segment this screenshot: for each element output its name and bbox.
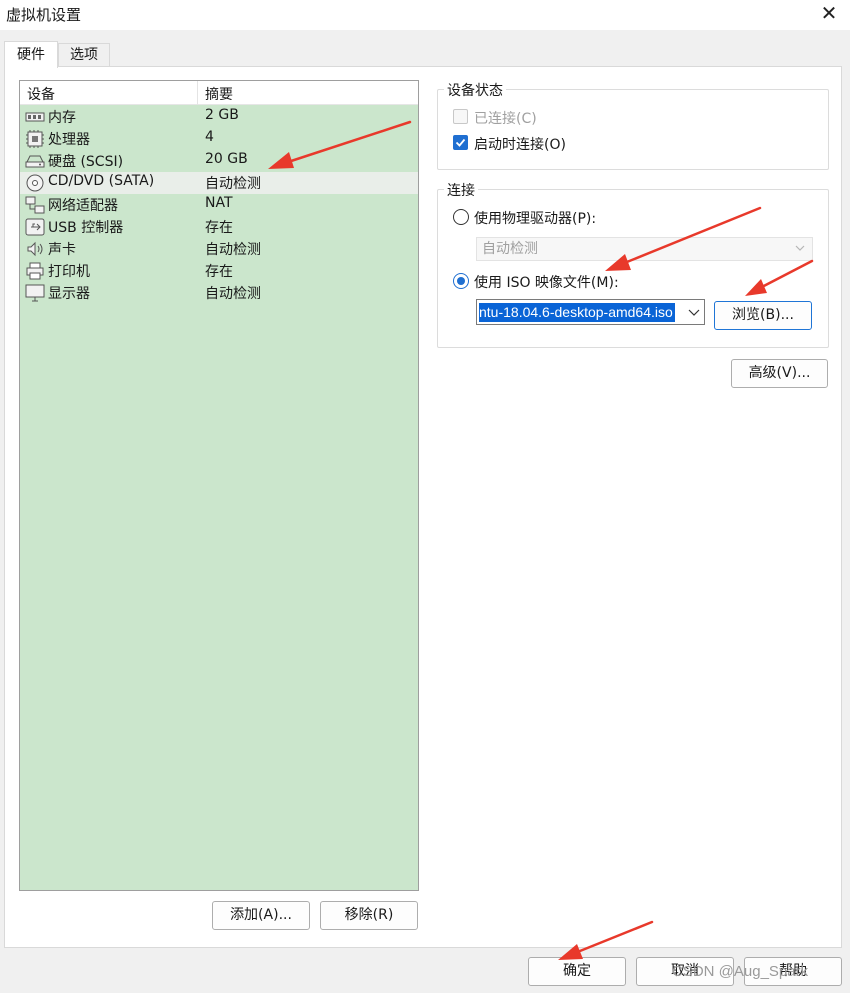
device-summary: 存在 xyxy=(205,264,233,280)
connected-checkbox[interactable] xyxy=(453,109,468,124)
iso-path-combobox[interactable]: ntu-18.04.6-desktop-amd64.iso xyxy=(476,299,705,325)
harddisk-icon xyxy=(25,152,45,170)
title-bar: 虚拟机设置 ✕ xyxy=(0,0,850,30)
device-row-harddisk[interactable]: 硬盘 (SCSI) 20 GB xyxy=(20,150,418,172)
usb-icon xyxy=(25,218,45,236)
device-row-processor[interactable]: 处理器 4 xyxy=(20,128,418,150)
device-name: 硬盘 (SCSI) xyxy=(48,154,124,170)
device-name: 打印机 xyxy=(48,264,90,280)
device-row-sound-card[interactable]: 声卡 自动检测 xyxy=(20,238,418,260)
device-summary: 2 GB xyxy=(205,107,239,123)
printer-icon xyxy=(25,262,45,280)
device-summary: 4 xyxy=(205,129,214,145)
device-name: 内存 xyxy=(48,110,76,126)
device-status-group xyxy=(437,89,829,170)
network-adapter-icon xyxy=(25,196,45,214)
tab-hardware[interactable]: 硬件 xyxy=(4,41,58,68)
device-summary: 自动检测 xyxy=(205,242,261,258)
device-row-network-adapter[interactable]: 网络适配器 NAT xyxy=(20,194,418,216)
device-name: 处理器 xyxy=(48,132,90,148)
device-name: CD/DVD (SATA) xyxy=(48,173,155,189)
connection-title: 连接 xyxy=(444,180,478,200)
device-row-display[interactable]: 显示器 自动检测 xyxy=(20,282,418,304)
device-list[interactable]: 设备 摘要 内存 2 GB 处理器 4 硬盘 (SCSI) 20 GB CD/D… xyxy=(19,80,419,891)
iso-path-value[interactable]: ntu-18.04.6-desktop-amd64.iso xyxy=(479,303,675,322)
browse-button[interactable]: 浏览(B)... xyxy=(714,301,812,330)
column-header-device[interactable]: 设备 xyxy=(27,84,55,104)
physical-drive-dropdown: 自动检测 xyxy=(476,237,813,261)
iso-image-radio[interactable] xyxy=(453,273,469,289)
window-title: 虚拟机设置 xyxy=(6,6,82,24)
device-summary: 自动检测 xyxy=(205,286,261,302)
physical-drive-dropdown-value: 自动检测 xyxy=(482,241,538,257)
watermark: CSDN @Aug_Spark xyxy=(672,963,809,980)
column-divider[interactable] xyxy=(197,81,198,105)
close-icon[interactable]: ✕ xyxy=(816,2,842,26)
device-summary: 存在 xyxy=(205,220,233,236)
connect-at-power-on-checkbox[interactable] xyxy=(453,135,468,150)
memory-icon xyxy=(25,108,45,126)
device-row-usb[interactable]: USB 控制器 存在 xyxy=(20,216,418,238)
device-name: USB 控制器 xyxy=(48,220,124,236)
ok-button[interactable]: 确定 xyxy=(528,957,626,986)
device-name: 声卡 xyxy=(48,242,76,258)
sound-card-icon xyxy=(25,240,45,258)
device-summary: 自动检测 xyxy=(205,176,261,192)
physical-drive-label[interactable]: 使用物理驱动器(P): xyxy=(474,208,596,228)
column-header-summary[interactable]: 摘要 xyxy=(205,84,233,104)
device-row-printer[interactable]: 打印机 存在 xyxy=(20,260,418,282)
cd-dvd-icon xyxy=(25,174,45,192)
chevron-down-icon xyxy=(795,245,805,251)
device-row-memory[interactable]: 内存 2 GB xyxy=(20,106,418,128)
connect-at-power-on-label[interactable]: 启动时连接(O) xyxy=(474,134,566,154)
device-name: 显示器 xyxy=(48,286,90,302)
processor-icon xyxy=(25,130,45,148)
checkmark-icon xyxy=(455,138,466,147)
advanced-button[interactable]: 高级(V)... xyxy=(731,359,828,388)
device-status-title: 设备状态 xyxy=(444,80,506,100)
connected-label[interactable]: 已连接(C) xyxy=(474,108,537,128)
device-summary: NAT xyxy=(205,195,233,211)
device-rows: 内存 2 GB 处理器 4 硬盘 (SCSI) 20 GB CD/DVD (SA… xyxy=(20,106,418,304)
physical-drive-radio[interactable] xyxy=(453,209,469,225)
device-list-header: 设备 摘要 xyxy=(20,81,418,105)
tab-options[interactable]: 选项 xyxy=(58,43,110,66)
device-row-cd-dvd[interactable]: CD/DVD (SATA) 自动检测 xyxy=(20,172,418,194)
device-name: 网络适配器 xyxy=(48,198,118,214)
remove-device-button[interactable]: 移除(R) xyxy=(320,901,418,930)
chevron-down-icon[interactable] xyxy=(687,305,701,319)
iso-image-label[interactable]: 使用 ISO 映像文件(M): xyxy=(474,272,619,292)
add-device-button[interactable]: 添加(A)... xyxy=(212,901,310,930)
device-summary: 20 GB xyxy=(205,151,248,167)
display-icon xyxy=(25,284,45,302)
